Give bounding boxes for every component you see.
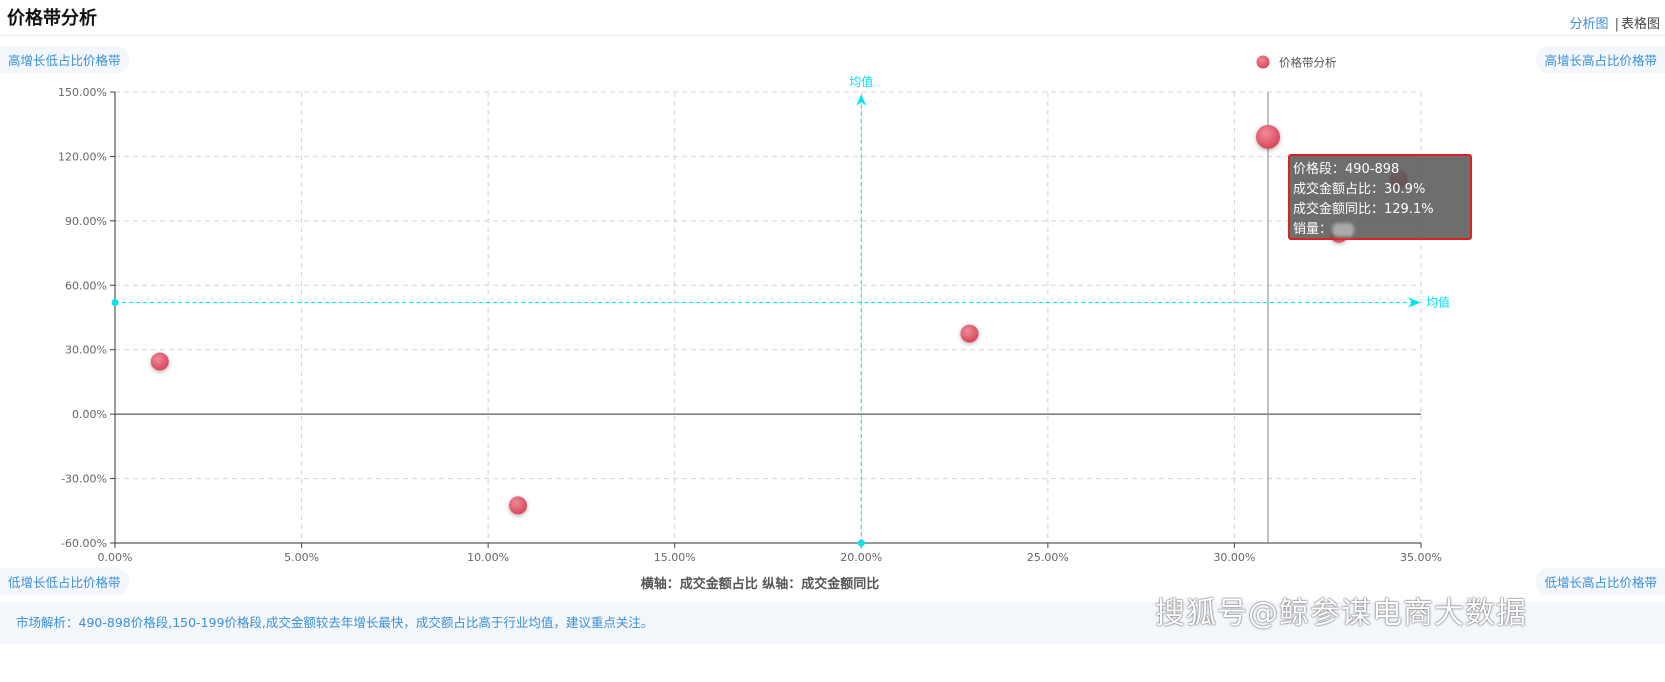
- y-tick-label: -60.00%: [61, 537, 107, 550]
- x-tick-label: 0.00%: [98, 551, 133, 564]
- tooltip-growth: 成交金额同比：129.1%: [1293, 202, 1434, 217]
- tooltip-sales: 销量：: [1293, 222, 1333, 237]
- y-tick-label: 90.00%: [65, 215, 107, 228]
- y-tick-label: -30.00%: [61, 473, 107, 486]
- data-point[interactable]: [508, 496, 527, 515]
- data-point[interactable]: [960, 324, 979, 343]
- tooltip-price-range: 价格段：490-898: [1293, 162, 1400, 177]
- x-tick-label: 35.00%: [1400, 551, 1442, 564]
- x-tick-label: 20.00%: [840, 551, 882, 564]
- point-tooltip: 价格段：490-898 成交金额占比：30.9% 成交金额同比：129.1% 销…: [1288, 154, 1472, 240]
- legend-marker: [1256, 55, 1270, 69]
- tooltip-sales-row: 销量：: [1293, 220, 1467, 240]
- x-tick-label: 5.00%: [284, 551, 319, 564]
- mean-label-vertical: 均值: [849, 74, 873, 89]
- mean-dot-bottom: [857, 539, 865, 547]
- quadrant-top-right-tag: 高增长高占比价格带: [1536, 46, 1665, 73]
- quadrant-top-left-tag: 高增长低占比价格带: [0, 46, 129, 73]
- y-tick-label: 0.00%: [72, 408, 107, 421]
- y-tick-label: 60.00%: [65, 279, 107, 292]
- x-tick-label: 30.00%: [1213, 551, 1255, 564]
- x-tick-label: 25.00%: [1027, 551, 1069, 564]
- x-axis-title: 横轴：成交金额占比 纵轴：成交金额同比: [641, 576, 880, 592]
- legend-label[interactable]: 价格带分析: [1279, 56, 1337, 70]
- y-tick-label: 30.00%: [65, 344, 107, 357]
- data-point-highlighted[interactable]: [1256, 124, 1281, 149]
- mean-dot-left: [111, 298, 119, 306]
- mean-label-horizontal: 均值: [1426, 294, 1450, 309]
- x-tick-label: 15.00%: [654, 551, 696, 564]
- quadrant-bottom-left-tag: 低增长低占比价格带: [0, 568, 129, 595]
- blurred-value: [1332, 222, 1355, 237]
- watermark: 搜狐号@鲸参谋电商大数据: [1155, 596, 1527, 631]
- y-tick-label: 150.00%: [58, 86, 107, 99]
- quadrant-bottom-right-tag: 低增长高占比价格带: [1536, 568, 1665, 595]
- mean-arrow-right: [1408, 297, 1421, 308]
- tooltip-share: 成交金额占比：30.9%: [1293, 182, 1426, 197]
- y-tick-label: 120.00%: [58, 150, 107, 163]
- x-tick-label: 10.00%: [467, 551, 509, 564]
- scatter-chart: 均值均值 0.00% 5.00% 10.00% 15.00% 20.00% 25.00% 3…: [58, 55, 1450, 592]
- data-point[interactable]: [150, 352, 169, 371]
